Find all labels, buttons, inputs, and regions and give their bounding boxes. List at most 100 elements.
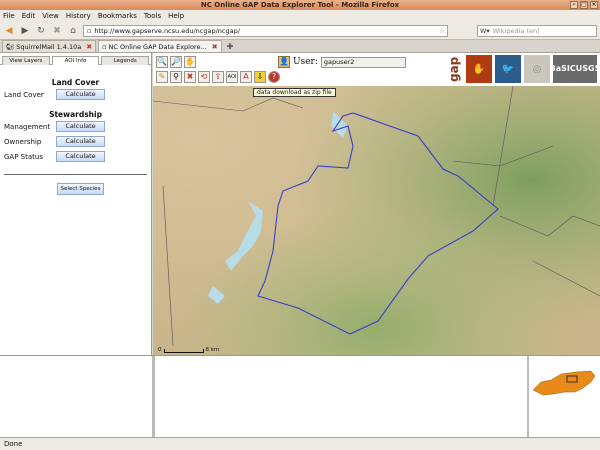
tab-squirrelmail[interactable]: 🐿 SquirrelMail 1.4.10a ✖: [2, 40, 97, 52]
plus-icon: ✚: [226, 41, 234, 51]
tab-gap-explorer[interactable]: ▫ NC Online GAP Data Explore... ✖: [98, 40, 222, 52]
bookmark-star-icon[interactable]: ☆: [439, 27, 447, 35]
menu-bookmarks[interactable]: Bookmarks: [98, 12, 137, 20]
gap-status-label: GAP Status: [4, 152, 43, 161]
tab-bar: 🐿 SquirrelMail 1.4.10a ✖ ▫ NC Online GAP…: [0, 40, 600, 53]
home-icon[interactable]: ⌂: [67, 25, 79, 37]
ownership-label: Ownership: [4, 137, 42, 146]
hand-logo-icon: ✋: [466, 55, 492, 83]
user-icon: 👤: [278, 56, 290, 68]
reset-icon[interactable]: ⟲: [198, 71, 210, 83]
management-label: Management: [4, 122, 51, 131]
url-bar[interactable]: ▫ http://www.gapserve.ncsu.edu/ncgap/ncg…: [83, 24, 448, 37]
export-icon[interactable]: ⇪: [212, 71, 224, 83]
status-bar: Done: [0, 437, 600, 450]
aoi-icon[interactable]: AOI: [226, 71, 238, 83]
close-tab-icon[interactable]: ✖: [86, 43, 92, 51]
window-titlebar: NC Online GAP Data Explorer Tool - Mozil…: [0, 0, 600, 10]
menu-file[interactable]: File: [3, 12, 15, 20]
navigation-toolbar: ◀ ▶ ↻ ✖ ⌂ ▫ http://www.gapserve.ncsu.edu…: [0, 22, 600, 40]
status-text: Done: [4, 440, 23, 448]
search-box[interactable]: W▾ Wikipedia (en): [477, 25, 597, 37]
scale-bar: 0 8 km: [158, 347, 219, 353]
zoom-in-icon[interactable]: 🔍: [156, 56, 168, 68]
user-value: gapuser2: [320, 56, 406, 68]
heron-logo-icon: 🐦: [495, 55, 521, 83]
maximize-icon[interactable]: □: [580, 1, 588, 9]
select-species-button[interactable]: Select Species: [57, 183, 104, 195]
menu-history[interactable]: History: [66, 12, 91, 20]
menu-bar: File Edit View History Bookmarks Tools H…: [0, 10, 600, 22]
forward-arrow-icon[interactable]: ▶: [19, 25, 31, 37]
land-cover-heading: Land Cover: [51, 78, 100, 87]
ownership-row: Ownership Calculate: [0, 134, 151, 149]
toolbar-tooltip: data download as zip file: [253, 88, 336, 97]
close-tab-icon[interactable]: ✖: [212, 43, 218, 51]
map-svg: [153, 85, 600, 355]
menu-edit[interactable]: Edit: [22, 12, 36, 20]
map-toolbar: 🔍 🔎 ✋ ✎ ⚲ ✖ ⟲ ⇪ AOI A ⇩ ? 👤 User: gapuse…: [153, 53, 600, 86]
tab-aoi-info[interactable]: AOI Info: [51, 56, 100, 65]
window-title: NC Online GAP Data Explorer Tool - Mozil…: [200, 1, 400, 9]
stewardship-heading: Stewardship: [49, 110, 102, 119]
management-calculate-button[interactable]: Calculate: [56, 121, 105, 132]
gap-logo: gap: [445, 55, 463, 83]
menu-help[interactable]: Help: [168, 12, 184, 20]
menu-tools[interactable]: Tools: [144, 12, 161, 20]
tab-legends[interactable]: Legends: [101, 56, 150, 65]
reload-icon[interactable]: ↻: [35, 25, 47, 37]
scale-start: 0: [158, 347, 162, 353]
gap-status-row: GAP Status Calculate: [0, 149, 151, 164]
user-box: 👤 User: gapuser2: [278, 56, 406, 68]
relief-map[interactable]: 0 8 km: [153, 85, 600, 355]
nc-state-shape: [532, 370, 596, 396]
tab-view-layers[interactable]: View Layers: [2, 56, 50, 65]
nc-overview-map[interactable]: [531, 368, 597, 398]
land-cover-calculate-button[interactable]: Calculate: [56, 89, 105, 100]
search-placeholder: Wikipedia (en): [492, 27, 540, 35]
panel-splitter[interactable]: [152, 356, 155, 438]
usgs-text: USGS: [575, 64, 600, 73]
back-arrow-icon[interactable]: ◀: [3, 25, 15, 37]
new-tab-button[interactable]: ✚: [224, 40, 237, 52]
zip-download-icon[interactable]: ⇩: [254, 71, 266, 83]
minimize-icon[interactable]: –: [570, 1, 578, 9]
clear-x-icon[interactable]: ✖: [184, 71, 196, 83]
wikipedia-icon[interactable]: W▾: [480, 27, 490, 35]
aoi-sidebar: View Layers AOI Info Legends Land Cover …: [0, 53, 152, 355]
zoom-out-icon[interactable]: 🔎: [170, 56, 182, 68]
tab-label: SquirrelMail 1.4.10a: [16, 42, 82, 51]
url-text: http://www.gapserve.ncsu.edu/ncgap/ncgap…: [94, 26, 240, 35]
tab-label: NC Online GAP Data Explore...: [108, 42, 207, 51]
user-label: User:: [293, 57, 318, 67]
lower-panel: [0, 355, 600, 438]
window-controls: – □ ×: [570, 1, 598, 9]
basic-usgs-logo: BaSIC USGS: [549, 55, 600, 83]
panel-splitter[interactable]: [527, 356, 529, 438]
land-cover-label: Land Cover: [4, 90, 44, 99]
pdf-icon[interactable]: A: [240, 71, 252, 83]
close-window-icon[interactable]: ×: [590, 1, 598, 9]
management-row: Management Calculate: [0, 119, 151, 134]
ownership-calculate-button[interactable]: Calculate: [56, 136, 105, 147]
topo-logo-icon: ◎: [524, 55, 550, 83]
squirrelmail-favicon-icon: 🐿: [6, 42, 15, 51]
page-favicon-icon: ▫: [87, 26, 92, 35]
scale-end: 8 km: [205, 347, 220, 353]
scale-line: [163, 349, 204, 353]
page-favicon-icon: ▫: [102, 42, 107, 51]
gap-status-calculate-button[interactable]: Calculate: [56, 151, 105, 162]
land-cover-row: Land Cover Calculate: [0, 87, 151, 102]
map-panel: 🔍 🔎 ✋ ✎ ⚲ ✖ ⟲ ⇪ AOI A ⇩ ? 👤 User: gapuse…: [153, 53, 600, 355]
pan-hand-icon[interactable]: ✋: [184, 56, 196, 68]
stop-icon[interactable]: ✖: [51, 25, 63, 37]
divider: [4, 174, 147, 175]
help-icon[interactable]: ?: [268, 71, 280, 83]
sidebar-tabs: View Layers AOI Info Legends: [0, 53, 151, 65]
identify-icon[interactable]: ⚲: [170, 71, 182, 83]
menu-view[interactable]: View: [42, 12, 59, 20]
basic-text: BaSIC: [549, 64, 576, 73]
partner-logos: gap ✋ 🐦 ◎ BaSIC USGS: [445, 53, 600, 85]
pencil-icon[interactable]: ✎: [156, 71, 168, 83]
green-hills-south: [153, 86, 600, 355]
